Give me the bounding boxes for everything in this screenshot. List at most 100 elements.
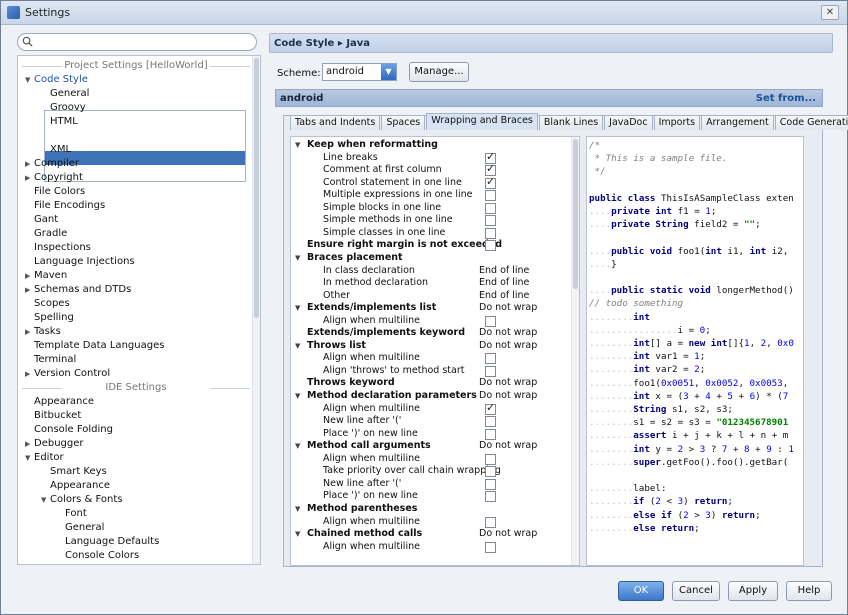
option-throws-keyword[interactable]: Throws keyword Do not wrap bbox=[291, 377, 571, 390]
expand-down-icon[interactable]: ▼ bbox=[41, 493, 46, 507]
tab-spaces[interactable]: Spaces bbox=[381, 115, 426, 130]
tree-item-console-colors[interactable]: Console Colors bbox=[65, 549, 139, 563]
tree-item-appearance[interactable]: Appearance bbox=[34, 395, 94, 409]
tree-item-scopes[interactable]: Scopes bbox=[34, 297, 70, 311]
option-checkbox[interactable] bbox=[485, 453, 496, 465]
tree-item-spelling[interactable]: Spelling bbox=[34, 311, 74, 325]
tree-item-groovy[interactable]: Groovy bbox=[50, 101, 86, 115]
tree-item-smart-keys[interactable]: Smart Keys bbox=[50, 465, 107, 479]
options-scrollbar-thumb[interactable] bbox=[573, 139, 578, 289]
tree-item-copyright[interactable]: ▶ Copyright bbox=[25, 171, 83, 185]
collapse-icon[interactable]: ▼ bbox=[295, 503, 300, 516]
tree-item-language-defaults[interactable]: Language Defaults bbox=[65, 535, 159, 549]
option-throws-list[interactable]: ▼ Throws list Do not wrap bbox=[291, 340, 571, 353]
collapse-icon[interactable]: ▼ bbox=[295, 139, 300, 152]
option-simple-methods-in-one-line[interactable]: Simple methods in one line bbox=[291, 214, 571, 227]
expand-down-icon[interactable]: ▼ bbox=[25, 73, 30, 87]
option-checkbox[interactable] bbox=[485, 478, 496, 490]
tree-item-editor[interactable]: ▼ Editor bbox=[25, 451, 64, 465]
wrapping-options-tree[interactable]: ▼ Keep when reformattingLine breaksCommen… bbox=[290, 136, 580, 566]
option-align-when-multiline[interactable]: Align when multiline bbox=[291, 315, 571, 328]
collapse-icon[interactable]: ▼ bbox=[295, 528, 300, 541]
cancel-button[interactable]: Cancel bbox=[672, 581, 720, 601]
tree-item-appearance[interactable]: Appearance bbox=[50, 479, 110, 493]
option-multiple-expressions-in-one-line[interactable]: Multiple expressions in one line bbox=[291, 189, 571, 202]
option-extends-implements-keyword[interactable]: Extends/implements keyword Do not wrap bbox=[291, 327, 571, 340]
option-checkbox[interactable] bbox=[485, 428, 496, 440]
tree-item-code-style[interactable]: ▼ Code Style bbox=[25, 73, 88, 87]
option-in-class-declaration[interactable]: In class declaration End of line bbox=[291, 265, 571, 278]
option-place-on-new-line[interactable]: Place ')' on new line bbox=[291, 490, 571, 503]
tree-scrollbar-thumb[interactable] bbox=[254, 58, 259, 318]
option-place-on-new-line[interactable]: Place ')' on new line bbox=[291, 428, 571, 441]
chevron-down-icon[interactable]: ▼ bbox=[381, 64, 396, 80]
tab-javadoc[interactable]: JavaDoc bbox=[604, 115, 653, 130]
option-value[interactable]: Do not wrap bbox=[479, 302, 537, 315]
option-checkbox[interactable] bbox=[485, 516, 496, 528]
option-value[interactable]: Do not wrap bbox=[479, 440, 537, 453]
option-value[interactable]: End of line bbox=[479, 265, 529, 278]
manage-button[interactable]: Manage... bbox=[409, 62, 469, 82]
tree-item-html[interactable]: HTML bbox=[50, 115, 78, 129]
expand-right-icon[interactable]: ▶ bbox=[25, 325, 30, 339]
expand-right-icon[interactable]: ▶ bbox=[25, 367, 30, 381]
option-in-method-declaration[interactable]: In method declaration End of line bbox=[291, 277, 571, 290]
tree-item-gant[interactable]: Gant bbox=[34, 213, 58, 227]
option-method-call-arguments[interactable]: ▼ Method call arguments Do not wrap bbox=[291, 440, 571, 453]
expand-right-icon[interactable]: ▶ bbox=[25, 157, 30, 171]
tree-item-gradle[interactable]: Gradle bbox=[34, 227, 67, 241]
option-chained-method-calls[interactable]: ▼ Chained method calls Do not wrap bbox=[291, 528, 571, 541]
option-checkbox[interactable] bbox=[485, 202, 496, 214]
option-value[interactable]: Do not wrap bbox=[479, 340, 537, 353]
option-new-line-after[interactable]: New line after '(' bbox=[291, 415, 571, 428]
tree-item-file-encodings[interactable]: File Encodings bbox=[34, 199, 105, 213]
set-from-link[interactable]: Set from... bbox=[756, 90, 816, 107]
option-other[interactable]: Other End of line bbox=[291, 290, 571, 303]
collapse-icon[interactable]: ▼ bbox=[295, 252, 300, 265]
option-ensure-right-margin-is-not-exceeded[interactable]: Ensure right margin is not exceeded bbox=[291, 239, 571, 252]
tree-item-file-colors[interactable]: File Colors bbox=[34, 185, 85, 199]
tab-blank-lines[interactable]: Blank Lines bbox=[538, 115, 604, 130]
option-value[interactable]: Do not wrap bbox=[479, 327, 537, 340]
tree-item-font[interactable]: Font bbox=[65, 507, 87, 521]
option-method-parentheses[interactable]: ▼ Method parentheses bbox=[291, 503, 571, 516]
apply-button[interactable]: Apply bbox=[728, 581, 778, 601]
expand-down-icon[interactable]: ▼ bbox=[25, 451, 30, 465]
help-button[interactable]: Help bbox=[786, 581, 832, 601]
option-align-throws-to-method-start[interactable]: Align 'throws' to method start bbox=[291, 365, 571, 378]
option-braces-placement[interactable]: ▼ Braces placement bbox=[291, 252, 571, 265]
options-scrollbar[interactable] bbox=[571, 137, 579, 565]
option-checkbox[interactable] bbox=[485, 215, 496, 227]
option-value[interactable]: Do not wrap bbox=[479, 528, 537, 541]
option-value[interactable]: Do not wrap bbox=[479, 377, 537, 390]
option-comment-at-first-column[interactable]: Comment at first column bbox=[291, 163, 571, 177]
option-checkbox[interactable] bbox=[485, 190, 496, 202]
option-align-when-multiline[interactable]: Align when multiline bbox=[291, 352, 571, 365]
collapse-icon[interactable]: ▼ bbox=[295, 440, 300, 453]
tab-arrangement[interactable]: Arrangement bbox=[701, 115, 774, 130]
tab-imports[interactable]: Imports bbox=[653, 115, 701, 130]
tree-item-java[interactable]: Java bbox=[50, 129, 71, 143]
tab-wrapping-and-braces[interactable]: Wrapping and Braces bbox=[426, 113, 538, 130]
option-align-when-multiline[interactable]: Align when multiline bbox=[291, 541, 571, 554]
collapse-icon[interactable]: ▼ bbox=[295, 340, 300, 353]
tree-item-bitbucket[interactable]: Bitbucket bbox=[34, 409, 81, 423]
option-checkbox[interactable] bbox=[485, 402, 496, 415]
option-checkbox[interactable] bbox=[485, 315, 496, 327]
option-checkbox[interactable] bbox=[485, 365, 496, 377]
tree-item-general[interactable]: General bbox=[65, 521, 104, 535]
tree-item-colors-fonts[interactable]: ▼ Colors & Fonts bbox=[41, 493, 122, 507]
expand-right-icon[interactable]: ▶ bbox=[25, 437, 30, 451]
option-checkbox[interactable] bbox=[485, 240, 496, 252]
option-checkbox[interactable] bbox=[485, 416, 496, 428]
expand-right-icon[interactable]: ▶ bbox=[25, 269, 30, 283]
option-checkbox[interactable] bbox=[485, 491, 496, 503]
option-control-statement-in-one-line[interactable]: Control statement in one line bbox=[291, 176, 571, 190]
option-method-declaration-parameters[interactable]: ▼ Method declaration parameters Do not wra… bbox=[291, 390, 571, 403]
collapse-icon[interactable]: ▼ bbox=[295, 390, 300, 403]
tree-item-language-injections[interactable]: Language Injections bbox=[34, 255, 135, 269]
option-value[interactable]: End of line bbox=[479, 277, 529, 290]
tree-item-terminal[interactable]: Terminal bbox=[34, 353, 76, 367]
tree-item-tasks[interactable]: ▶ Tasks bbox=[25, 325, 61, 339]
option-checkbox[interactable] bbox=[485, 466, 496, 478]
